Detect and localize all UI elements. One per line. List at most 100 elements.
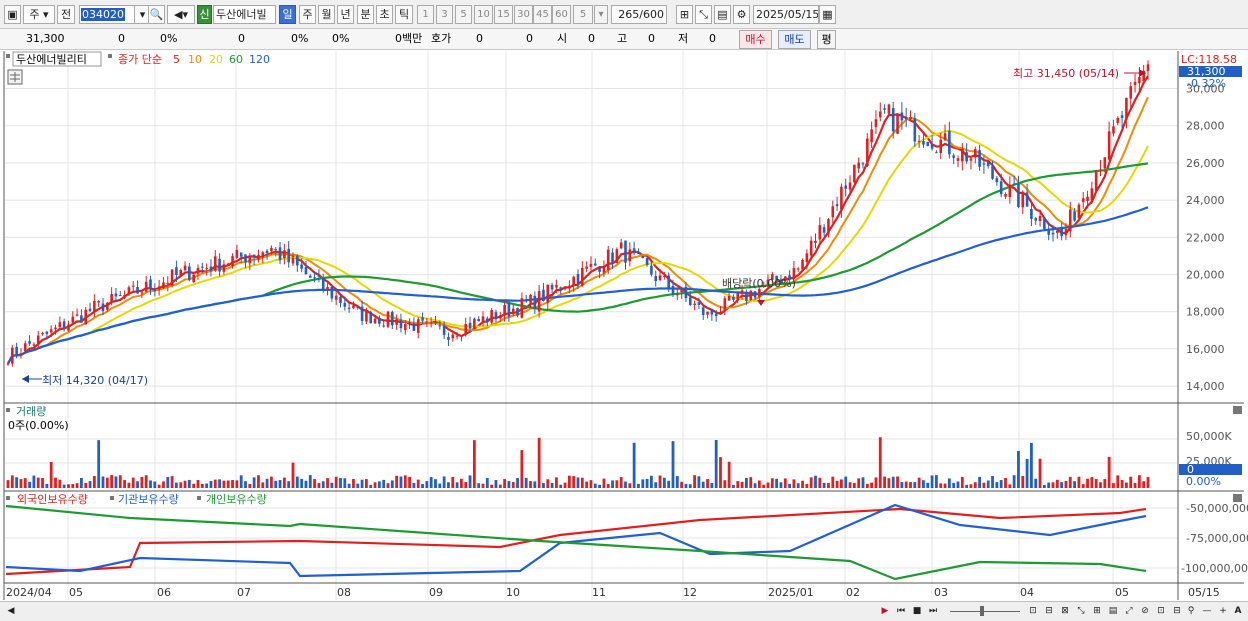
num-button-45[interactable]: 45 bbox=[533, 5, 552, 24]
chart-area[interactable]: 두산에너빌리티 종가 단순 5 10 20 60 120 LC:118.58 3… bbox=[0, 51, 1248, 601]
window-icon[interactable]: ▣ bbox=[4, 5, 21, 24]
volume-bar bbox=[939, 483, 943, 488]
volume-bar bbox=[637, 483, 640, 488]
volume-pane-close-icon[interactable] bbox=[1233, 406, 1242, 414]
bottom-scrollbar[interactable]: ◀ ▶ ⏮ ■ ⏭ ⊡ ⊟ ⊠ ⤡ ⊞ ▤ ⤢ ⊘ ⊡ ⊟ ⚲ — + A bbox=[0, 601, 1248, 621]
speaker-icon[interactable]: ◀▾ bbox=[167, 5, 195, 24]
candle-body bbox=[213, 256, 217, 271]
tool-icon-3[interactable]: ⊠ bbox=[1058, 604, 1072, 618]
stock-code-input[interactable]: 034020 bbox=[79, 5, 135, 24]
volume-bar bbox=[935, 475, 938, 488]
tab-week[interactable]: 주 bbox=[299, 5, 316, 24]
num-button-5[interactable]: 5 bbox=[455, 5, 472, 24]
candle-body bbox=[995, 178, 999, 183]
candle-body bbox=[706, 311, 709, 315]
legend-foreign[interactable]: 외국인보유수량 bbox=[17, 493, 88, 506]
tool-icon-4[interactable]: ⤡ bbox=[1074, 604, 1088, 618]
num-button-3[interactable]: 3 bbox=[436, 5, 453, 24]
num-button-10[interactable]: 10 bbox=[474, 5, 493, 24]
tab-minute[interactable]: 분 bbox=[357, 5, 374, 24]
date-field[interactable]: 2025/05/15 bbox=[753, 5, 819, 24]
zoom-slider-handle[interactable] bbox=[980, 606, 984, 616]
volume-title[interactable]: 거래량 bbox=[16, 405, 46, 418]
tool-icon-6[interactable]: ▤ bbox=[1106, 604, 1120, 618]
tool-icon-9[interactable]: ⊡ bbox=[1154, 604, 1168, 618]
legend-institution[interactable]: 기관보유수량 bbox=[118, 493, 179, 506]
period-select[interactable]: 주 ▾ bbox=[23, 5, 55, 24]
volume-bar bbox=[766, 482, 770, 488]
zoom-slider-track[interactable] bbox=[950, 611, 1020, 612]
stop-icon[interactable]: ■ bbox=[910, 604, 924, 618]
candle-body bbox=[606, 249, 610, 271]
legend-individual[interactable]: 개인보유수량 bbox=[206, 493, 267, 506]
tab-day[interactable]: 일 bbox=[279, 5, 296, 24]
buy-button[interactable]: 매수 bbox=[739, 30, 772, 49]
volume-bar bbox=[688, 484, 692, 488]
rewind-icon[interactable]: ⏮ bbox=[894, 604, 908, 618]
volume-bar bbox=[6, 480, 10, 488]
num-button-15[interactable]: 15 bbox=[494, 5, 513, 24]
candle-body bbox=[1034, 218, 1038, 221]
chart-settings-icon[interactable]: ⊞ bbox=[676, 5, 693, 24]
candle-body bbox=[313, 277, 316, 279]
volume-bar bbox=[477, 483, 481, 488]
scroll-start-icon[interactable]: ▶ bbox=[878, 604, 892, 618]
volume-bar bbox=[222, 480, 226, 488]
forward-icon[interactable]: ⏭ bbox=[926, 604, 940, 618]
calendar-icon[interactable]: ▦ bbox=[819, 5, 836, 24]
holding-pane-close-icon[interactable] bbox=[1233, 494, 1242, 502]
volume-bar bbox=[840, 479, 843, 488]
tool-icon-7[interactable]: ⤢ bbox=[1122, 604, 1136, 618]
volume-bar bbox=[54, 477, 57, 488]
volume-bar bbox=[248, 483, 252, 488]
candle-body bbox=[196, 267, 200, 274]
count-dropdown-icon[interactable]: ▾ bbox=[594, 5, 608, 24]
volume-bar bbox=[809, 477, 813, 488]
stock-name-field[interactable]: 두산에너빌 bbox=[213, 5, 276, 24]
prev-button[interactable]: 전 bbox=[57, 5, 75, 24]
tool-icon-8[interactable]: ⊘ bbox=[1138, 604, 1152, 618]
volume-bar bbox=[468, 475, 472, 488]
price-ytick: 18,000 bbox=[1186, 306, 1225, 319]
hold-ytick-3: -100,000,000 bbox=[1181, 562, 1248, 575]
candle-body bbox=[11, 347, 14, 364]
search-icon[interactable]: 🔍 bbox=[148, 5, 165, 24]
volume-bar bbox=[827, 482, 830, 488]
count-select[interactable]: 5 bbox=[573, 5, 593, 24]
candle-body bbox=[1086, 196, 1089, 201]
draw-tool-icon[interactable]: ⤡ bbox=[695, 5, 712, 24]
num-button-60[interactable]: 60 bbox=[552, 5, 571, 24]
range-field[interactable]: 265/600 bbox=[611, 5, 667, 24]
search-chart-icon[interactable]: ⚲ bbox=[1184, 604, 1198, 618]
candle-body bbox=[602, 267, 606, 273]
zoom-in-icon[interactable]: + bbox=[1216, 604, 1230, 618]
tab-year[interactable]: 년 bbox=[337, 5, 354, 24]
num-button-30[interactable]: 30 bbox=[514, 5, 533, 24]
stock-chart[interactable]: 두산에너빌리티 종가 단순 5 10 20 60 120 LC:118.58 3… bbox=[0, 51, 1248, 601]
tool-icon-10[interactable]: ⊟ bbox=[1170, 604, 1184, 618]
tool-icon-2[interactable]: ⊟ bbox=[1042, 604, 1056, 618]
volume-bar bbox=[382, 479, 386, 488]
ma-label[interactable]: 종가 단순 bbox=[118, 53, 162, 66]
tab-second[interactable]: 초 bbox=[376, 5, 393, 24]
candle-body bbox=[550, 284, 554, 290]
candle-body bbox=[848, 182, 852, 190]
volume-bar bbox=[434, 479, 437, 488]
tool-icon-5[interactable]: ⊞ bbox=[1090, 604, 1104, 618]
sell-button[interactable]: 매도 bbox=[778, 30, 811, 49]
avg-button[interactable]: 평 bbox=[817, 30, 836, 49]
auto-scale-icon[interactable]: A bbox=[1231, 604, 1245, 618]
save-icon[interactable]: ▤ bbox=[714, 5, 731, 24]
gear-icon[interactable]: ⚙ bbox=[733, 5, 750, 24]
candle-body bbox=[511, 308, 515, 315]
candle-body bbox=[84, 309, 88, 325]
candle-body bbox=[179, 270, 183, 277]
scroll-left-icon[interactable]: ◀ bbox=[4, 604, 18, 618]
stock-label[interactable]: 두산에너빌리티 bbox=[16, 53, 87, 66]
tool-icon-1[interactable]: ⊡ bbox=[1026, 604, 1040, 618]
zoom-out-icon[interactable]: — bbox=[1200, 604, 1214, 618]
tab-month[interactable]: 월 bbox=[318, 5, 335, 24]
num-button-1[interactable]: 1 bbox=[417, 5, 434, 24]
tab-tick[interactable]: 틱 bbox=[395, 5, 413, 24]
new-badge[interactable]: 신 bbox=[197, 5, 212, 24]
